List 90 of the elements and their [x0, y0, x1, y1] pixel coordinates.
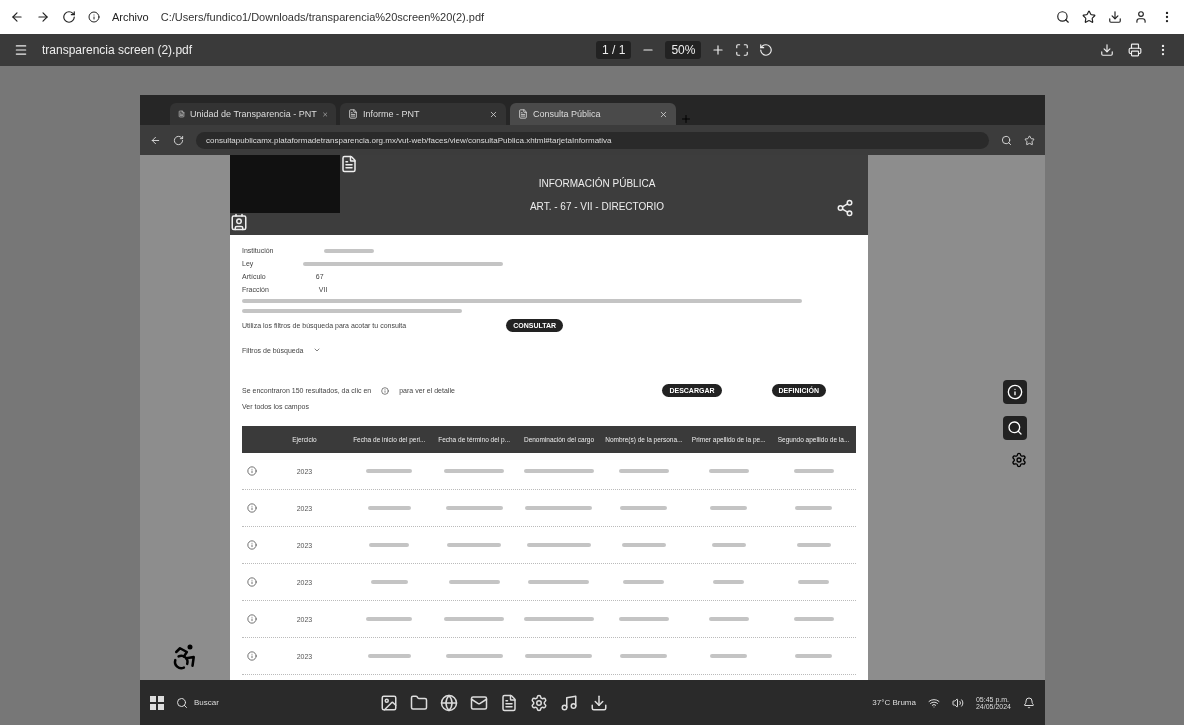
forward-icon[interactable] — [36, 10, 50, 24]
weather-text: 37°C Bruma — [872, 698, 916, 707]
download-icon[interactable] — [590, 693, 608, 712]
blurred-text — [711, 543, 746, 547]
menu-icon[interactable] — [14, 43, 28, 57]
bookmark-star-icon[interactable] — [1082, 10, 1096, 24]
blurred-text — [367, 506, 411, 510]
blurred-text — [793, 617, 834, 621]
blurred-text — [708, 469, 749, 473]
tab-page-icon — [178, 109, 186, 119]
blurred-text — [370, 580, 408, 584]
id-card-icon[interactable] — [230, 213, 248, 231]
page-counter[interactable]: 1 / 1 — [596, 41, 632, 59]
folder-icon[interactable] — [410, 693, 428, 712]
tab-page-icon — [518, 109, 528, 119]
close-icon[interactable] — [659, 109, 668, 119]
tab-page-icon — [348, 109, 358, 119]
section-title: ART. - 67 - VII - DIRECTORIO — [529, 201, 665, 212]
document-icon[interactable] — [340, 155, 358, 173]
file-label: Archivo — [112, 11, 149, 23]
blurred-text — [793, 469, 834, 473]
search-icon[interactable] — [176, 696, 188, 709]
blurred-text — [323, 248, 374, 253]
blurred-text — [366, 617, 413, 621]
blurred-text — [524, 469, 594, 473]
share-icon[interactable] — [836, 199, 854, 217]
info-icon[interactable] — [88, 11, 100, 23]
blurred-text — [445, 654, 503, 658]
zoom-level[interactable]: 50% — [665, 41, 702, 59]
blurred-text — [710, 654, 748, 658]
windows-icon[interactable] — [150, 695, 164, 710]
blurred-text — [621, 543, 666, 547]
blurred-text — [618, 617, 669, 621]
info-menu[interactable]: INFORMACIÓN PÚBLICA — [538, 178, 656, 189]
browser-tab[interactable]: Consulta Pública — [510, 103, 676, 125]
wifi-icon[interactable] — [927, 696, 940, 709]
blurred-text — [620, 654, 668, 658]
chevron-down-icon[interactable] — [313, 346, 322, 354]
blurred-text — [448, 580, 500, 584]
address-url[interactable]: C:/Users/fundico1/Downloads/transparencia%20screen%20(2).pdf — [160, 11, 485, 23]
music-icon[interactable] — [560, 693, 578, 712]
blurred-text — [795, 506, 833, 510]
blurred-text — [445, 506, 503, 510]
blurred-text — [623, 580, 665, 584]
blurred-text — [367, 654, 411, 658]
pdf-filename: transparencia screen (2).pdf — [42, 43, 193, 57]
back-icon[interactable] — [150, 134, 161, 146]
blurred-text — [369, 543, 410, 547]
zoom-in-icon[interactable] — [711, 43, 726, 57]
address-field[interactable]: consultapublicamx.plataformadetransparencia.org.mx/vut-web/faces/view/consultaPublica.xhtml#tarjetaInformativa — [196, 131, 989, 149]
close-icon[interactable] — [321, 109, 328, 119]
download-icon[interactable] — [1100, 43, 1114, 57]
browser-tab[interactable]: Informe - PNT — [340, 103, 506, 125]
blurred-text — [795, 654, 833, 658]
gear-icon[interactable] — [1011, 452, 1027, 468]
close-icon[interactable] — [489, 109, 498, 119]
zoom-icon[interactable] — [1001, 134, 1012, 146]
rotate-icon[interactable] — [759, 43, 774, 57]
globe-icon[interactable] — [440, 693, 458, 712]
reload-icon[interactable] — [62, 10, 76, 24]
download-icon[interactable] — [1108, 10, 1122, 24]
blurred-text — [444, 617, 505, 621]
blurred-text — [796, 543, 831, 547]
blurred-text — [527, 543, 591, 547]
speaker-icon[interactable] — [951, 696, 964, 709]
profile-icon[interactable] — [1134, 10, 1148, 24]
mail-icon[interactable] — [470, 693, 488, 712]
blurred-text — [524, 617, 594, 621]
fit-page-icon[interactable] — [735, 43, 750, 57]
blurred-text — [620, 506, 668, 510]
browser-tab[interactable]: Unidad de Transparencia - PNT — [170, 103, 336, 125]
blurred-text — [444, 469, 505, 473]
blurred-text — [525, 506, 593, 510]
blurred-text — [525, 654, 593, 658]
blurred-text — [710, 506, 748, 510]
blurred-text — [528, 580, 590, 584]
info-icon — [381, 386, 390, 395]
blurred-text — [798, 580, 830, 584]
blurred-text — [713, 580, 745, 584]
notification-icon[interactable] — [1023, 696, 1035, 709]
zoom-icon[interactable] — [1056, 10, 1070, 24]
back-icon[interactable] — [10, 10, 24, 24]
blurred-text — [366, 469, 413, 473]
blurred-text — [708, 617, 749, 621]
print-icon[interactable] — [1128, 43, 1142, 57]
blurred-text — [447, 543, 502, 547]
document-icon[interactable] — [500, 693, 518, 712]
blurred-text — [618, 469, 669, 473]
picture-icon[interactable] — [380, 693, 398, 712]
taskbar-search[interactable]: Buscar — [176, 696, 316, 709]
